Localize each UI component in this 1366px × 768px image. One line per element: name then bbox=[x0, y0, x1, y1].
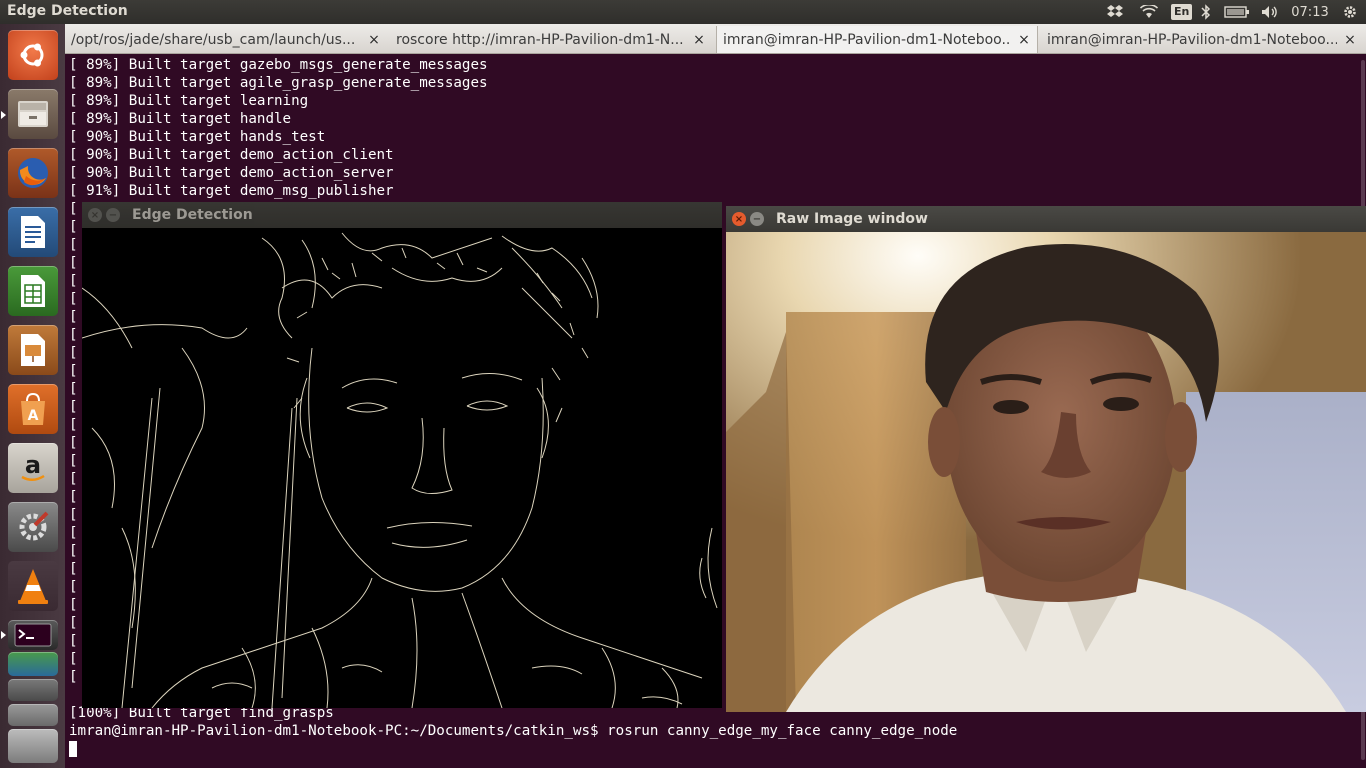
camera-image bbox=[726, 232, 1366, 712]
close-icon[interactable]: × bbox=[88, 208, 102, 222]
edge-detection-window[interactable]: × − Edge Detection bbox=[82, 202, 722, 708]
battery-icon[interactable] bbox=[1223, 3, 1251, 21]
dropbox-icon[interactable] bbox=[1104, 3, 1126, 21]
terminal-line: [ 90%] Built target demo_action_client bbox=[69, 147, 394, 163]
vlc-icon[interactable] bbox=[8, 561, 58, 611]
gear-icon[interactable] bbox=[1340, 3, 1360, 21]
tab-label: /opt/ros/jade/share/usb_cam/launch/us... bbox=[71, 31, 356, 48]
terminal-tab-bar: /opt/ros/jade/share/usb_cam/launch/us...… bbox=[65, 24, 1366, 54]
tab-label: roscore http://imran-HP-Pavilion-dm1-N..… bbox=[396, 31, 684, 48]
active-indicator bbox=[1, 631, 6, 639]
tab-label: imran@imran-HP-Pavilion-dm1-Noteboo... bbox=[1047, 31, 1337, 48]
tab-shell-2[interactable]: imran@imran-HP-Pavilion-dm1-Noteboo... × bbox=[1041, 26, 1363, 53]
shell-command: rosrun canny_edge_my_face canny_edge_nod… bbox=[607, 723, 958, 739]
writer-icon[interactable] bbox=[8, 207, 58, 257]
edge-detection-image bbox=[82, 228, 722, 708]
text-cursor bbox=[69, 741, 77, 757]
impress-icon[interactable] bbox=[8, 325, 58, 375]
workspace-switcher-icon[interactable] bbox=[8, 704, 58, 726]
tab-active-shell[interactable]: imran@imran-HP-Pavilion-dm1-Noteboo... × bbox=[716, 26, 1038, 53]
active-window-title: Edge Detection bbox=[7, 3, 128, 19]
terminal-bottom-output: [100%] Built target find_grasps imran@im… bbox=[69, 704, 957, 758]
close-icon[interactable]: × bbox=[692, 32, 706, 48]
tab-usb-cam-launch[interactable]: /opt/ros/jade/share/usb_cam/launch/us...… bbox=[65, 26, 387, 53]
amazon-icon[interactable]: a bbox=[8, 443, 58, 493]
stacked-app-icon[interactable] bbox=[8, 679, 58, 701]
bluetooth-icon[interactable] bbox=[1198, 3, 1214, 21]
files-icon[interactable] bbox=[8, 89, 58, 139]
terminal-line: [ 89%] Built target handle bbox=[69, 111, 292, 127]
keyboard-layout-indicator[interactable]: En bbox=[1171, 4, 1193, 20]
close-icon[interactable]: × bbox=[732, 212, 746, 226]
volume-icon[interactable] bbox=[1259, 3, 1281, 21]
trash-icon[interactable] bbox=[8, 729, 58, 763]
wifi-icon[interactable] bbox=[1138, 3, 1160, 21]
calc-icon[interactable] bbox=[8, 266, 58, 316]
svg-text:A: A bbox=[28, 408, 39, 424]
edge-window-title: Edge Detection bbox=[132, 207, 253, 223]
raw-image-window[interactable]: × − Raw Image window bbox=[726, 206, 1366, 712]
system-settings-icon[interactable] bbox=[8, 502, 58, 552]
chrome-icon[interactable] bbox=[8, 652, 58, 676]
tab-label: imran@imran-HP-Pavilion-dm1-Noteboo... bbox=[723, 31, 1011, 48]
software-center-icon[interactable]: A bbox=[8, 384, 58, 434]
terminal-line: [ 90%] Built target hands_test bbox=[69, 129, 326, 145]
close-icon[interactable]: × bbox=[1343, 32, 1357, 48]
terminal-line: [ 89%] Built target gazebo_msgs_generate… bbox=[69, 57, 488, 73]
terminal-icon[interactable] bbox=[8, 620, 58, 650]
clock[interactable]: 07:13 bbox=[1290, 3, 1330, 21]
close-icon[interactable]: × bbox=[367, 32, 381, 48]
top-panel: Edge Detection En 07:13 bbox=[0, 0, 1366, 24]
svg-text:a: a bbox=[25, 451, 41, 479]
ubuntu-dash-icon[interactable] bbox=[8, 30, 58, 80]
tab-roscore[interactable]: roscore http://imran-HP-Pavilion-dm1-N..… bbox=[390, 26, 712, 53]
minimize-icon[interactable]: − bbox=[106, 208, 120, 222]
running-indicator bbox=[1, 111, 6, 119]
edge-window-titlebar[interactable]: × − Edge Detection bbox=[82, 202, 722, 228]
terminal-line: [ 89%] Built target agile_grasp_generate… bbox=[69, 75, 488, 91]
raw-window-title: Raw Image window bbox=[776, 211, 928, 227]
launcher: A a bbox=[0, 24, 65, 768]
minimize-icon[interactable]: − bbox=[750, 212, 764, 226]
firefox-icon[interactable] bbox=[8, 148, 58, 198]
terminal-line: [ 89%] Built target learning bbox=[69, 93, 309, 109]
close-icon[interactable]: × bbox=[1017, 32, 1031, 48]
terminal-line: [ 91%] Built target demo_msg_publisher bbox=[69, 183, 394, 199]
shell-prompt: imran@imran-HP-Pavilion-dm1-Notebook-PC:… bbox=[69, 723, 608, 739]
terminal-line: [ 90%] Built target demo_action_server bbox=[69, 165, 394, 181]
raw-window-titlebar[interactable]: × − Raw Image window bbox=[726, 206, 1366, 232]
